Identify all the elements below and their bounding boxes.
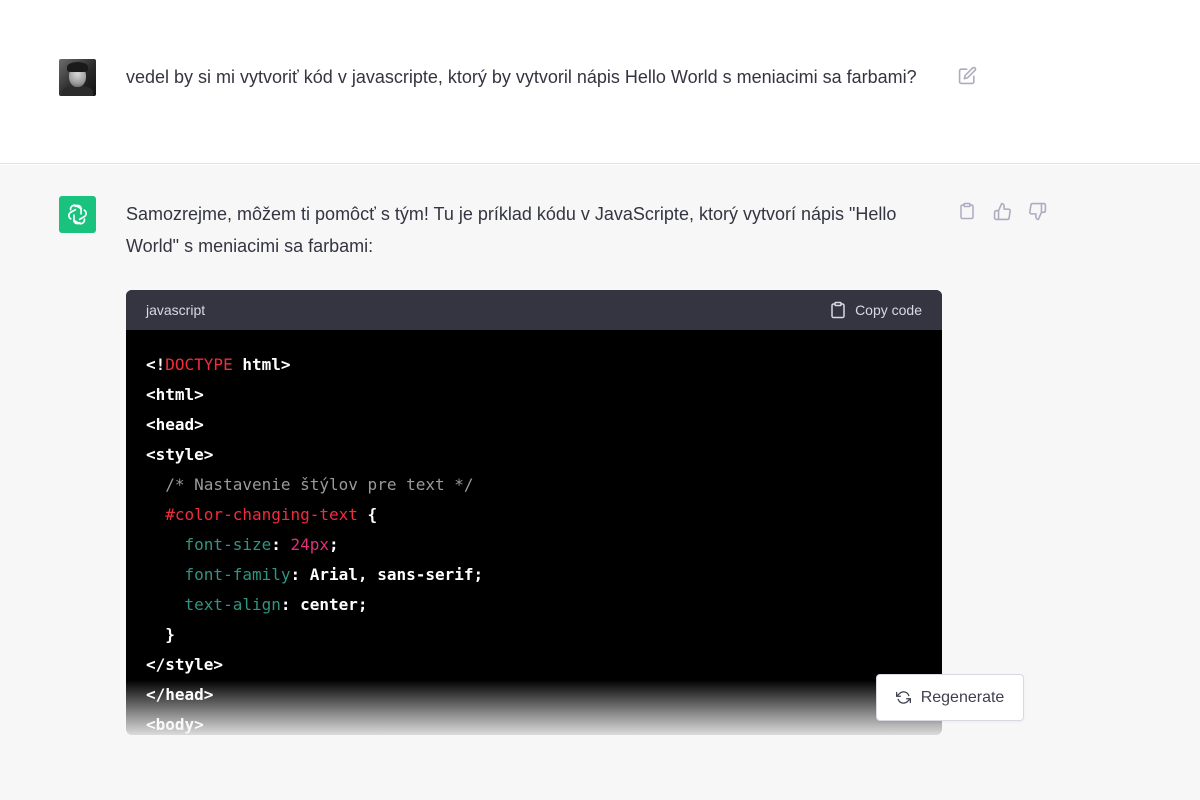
code-line: #color-changing-text { — [146, 500, 922, 530]
refresh-icon — [895, 691, 911, 704]
code-token: font-family — [146, 565, 291, 584]
code-token: ; — [329, 535, 339, 554]
code-token: DOCTYPE — [165, 355, 233, 374]
code-token: text-align — [146, 595, 281, 614]
message-actions — [956, 200, 1048, 222]
code-token: <! — [146, 355, 166, 374]
clipboard-icon[interactable] — [956, 200, 978, 222]
code-token: } — [146, 625, 175, 644]
thumbs-down-icon[interactable] — [1026, 200, 1048, 222]
code-block: javascript Copy code <!DOCTYPE html> <htm… — [126, 290, 942, 735]
regenerate-label: Regenerate — [920, 688, 1005, 706]
code-language-label: javascript — [146, 302, 206, 318]
code-header: javascript Copy code — [126, 290, 942, 330]
code-line: /* Nastavenie štýlov pre text */ — [146, 470, 922, 500]
top-strip — [0, 0, 1200, 50]
code-token: <head> — [146, 415, 204, 434]
bottom-area — [0, 735, 1200, 800]
user-avatar — [59, 59, 96, 96]
code-token: </style> — [146, 655, 224, 674]
openai-logo-icon — [59, 196, 96, 233]
code-token: 24px — [290, 535, 330, 554]
code-token: html> — [232, 355, 291, 374]
code-body: <!DOCTYPE html> <html> <head> <style> /* Na… — [126, 330, 942, 735]
regenerate-button[interactable]: Regenerate — [876, 674, 1024, 721]
copy-code-label: Copy code — [855, 302, 922, 318]
code-token: : Arial, sans-serif; — [290, 565, 484, 584]
code-line: </style> — [146, 650, 922, 680]
edit-icon[interactable] — [956, 64, 978, 86]
code-token: : — [271, 535, 291, 554]
code-token: /* Nastavenie štýlov pre text */ — [146, 475, 474, 494]
code-line: } — [146, 620, 922, 650]
copy-code-button[interactable]: Copy code — [829, 301, 922, 319]
code-line: text-align: center; — [146, 590, 922, 620]
user-message-row: vedel by si mi vytvoriť kód v javascript… — [0, 50, 1200, 164]
code-line: <style> — [146, 440, 922, 470]
code-token: font-size — [146, 535, 272, 554]
assistant-message-text: Samozrejme, môžem ti pomôcť s tým! Tu je… — [126, 204, 897, 256]
code-token: <html> — [146, 385, 204, 404]
code-line: <html> — [146, 380, 922, 410]
thumbs-up-icon[interactable] — [991, 200, 1013, 222]
clipboard-icon — [831, 301, 845, 319]
code-line: font-size: 24px; — [146, 530, 922, 560]
code-line: <body> — [146, 710, 922, 735]
chat-page: vedel by si mi vytvoriť kód v javascript… — [0, 0, 1200, 800]
code-line: <!DOCTYPE html> — [146, 350, 922, 380]
code-token: <body> — [146, 715, 204, 734]
code-token: <style> — [146, 445, 214, 464]
user-message-text: vedel by si mi vytvoriť kód v javascript… — [126, 67, 917, 87]
code-token: #color-changing-text — [146, 505, 358, 524]
code-line: <head> — [146, 410, 922, 440]
code-token: { — [357, 505, 378, 524]
code-line: font-family: Arial, sans-serif; — [146, 560, 922, 590]
code-token: : center; — [280, 595, 368, 614]
code-token: </head> — [146, 685, 214, 704]
code-line: </head> — [146, 680, 922, 710]
